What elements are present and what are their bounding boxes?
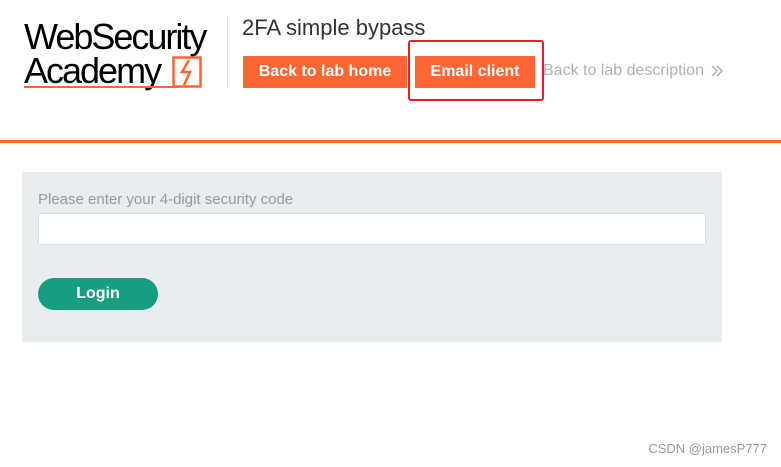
- csdn-watermark: CSDN @jamesP777: [648, 441, 767, 456]
- logo-text-line2: Academy: [24, 50, 162, 91]
- back-to-lab-description-link[interactable]: Back to lab description: [543, 62, 724, 80]
- header-divider: [227, 18, 228, 88]
- security-code-form: Please enter your 4-digit security code …: [22, 172, 722, 342]
- logo-underline: [24, 86, 180, 88]
- header-orange-rule: [0, 140, 781, 143]
- security-code-input[interactable]: [38, 213, 706, 245]
- login-button[interactable]: Login: [38, 278, 158, 310]
- page: WebSecurity Academy 2FA simple bypass Ba…: [0, 0, 781, 467]
- back-to-lab-home-button[interactable]: Back to lab home: [243, 56, 407, 88]
- red-highlight-box: [408, 40, 544, 101]
- web-security-academy-logo[interactable]: WebSecurity Academy: [24, 18, 229, 90]
- security-code-label: Please enter your 4-digit security code: [38, 191, 294, 208]
- lightning-mark-icon: [172, 56, 202, 88]
- double-chevron-right-icon: [711, 65, 724, 77]
- back-to-lab-description-label: Back to lab description: [543, 62, 704, 79]
- lab-title: 2FA simple bypass: [242, 15, 426, 40]
